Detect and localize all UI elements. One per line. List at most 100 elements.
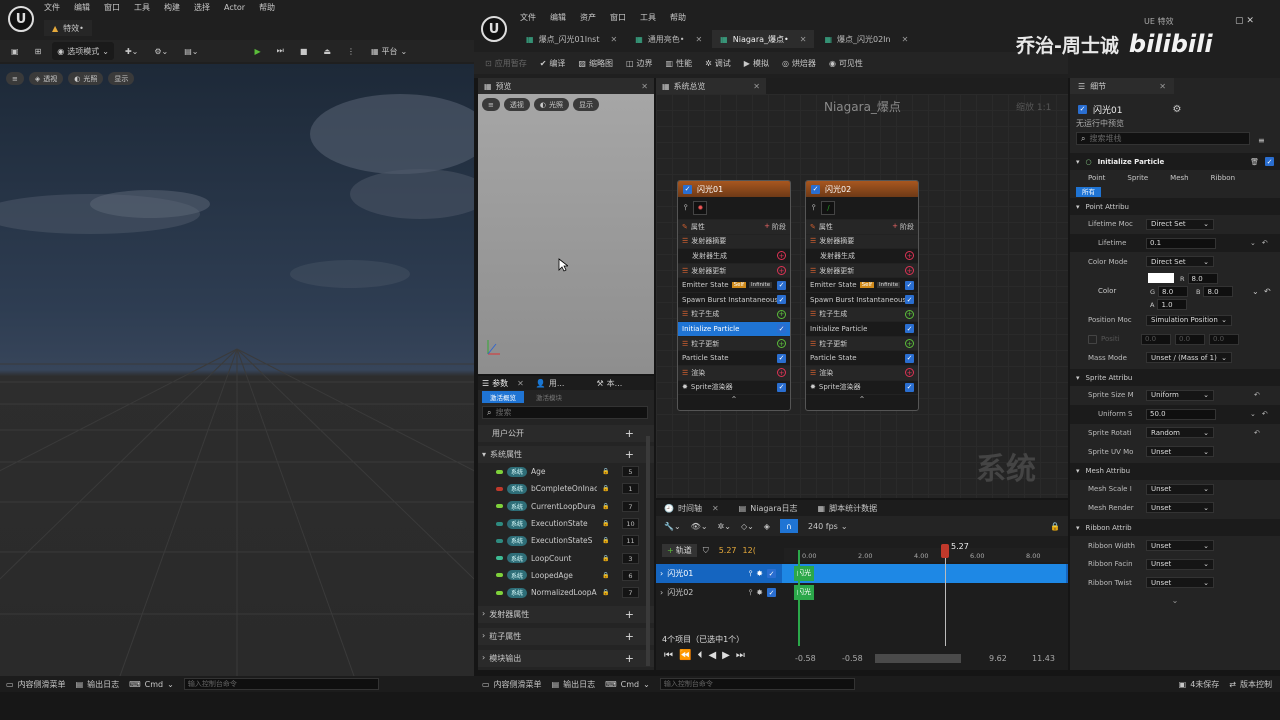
add-module-icon[interactable]: + (905, 309, 914, 319)
position-z-input[interactable]: 0.0 (1209, 333, 1239, 345)
emitter-row[interactable]: ☰ 粒子生成 + (678, 306, 790, 322)
position-x-input[interactable]: 0.0 (1141, 333, 1171, 345)
prev-key-icon[interactable]: ⏪ (679, 650, 691, 661)
preview-tab[interactable]: ▦ 预览 ✕ (478, 78, 654, 94)
filter-active-overview[interactable]: 激活概览 (482, 391, 524, 403)
toolbar-button-6[interactable]: ▶ 模拟 (739, 54, 774, 72)
param-row[interactable]: 系统 CurrentLoopDura 🔒 7 (478, 498, 654, 515)
current-time[interactable]: 5.27 (719, 546, 737, 555)
color-swatch[interactable] (1148, 273, 1174, 284)
console-input[interactable]: 输入控制台命令 (183, 678, 379, 690)
emitter-row[interactable]: ✎ 属性 + 阶段 (806, 219, 918, 234)
param-row[interactable]: 系统 Age 🔒 5 (478, 463, 654, 480)
close-icon[interactable]: ✕ (1159, 82, 1166, 91)
emitter-row[interactable]: Particle State ✓ (806, 350, 918, 365)
snap-icon[interactable]: ✲⌄ (718, 522, 731, 531)
view-start[interactable]: -0.58 (842, 654, 863, 663)
reset-icon[interactable]: ↶ (1254, 429, 1260, 437)
eye-icon[interactable]: 👁⌄ (691, 522, 708, 531)
output-log-button[interactable]: ▤ 输出日志 (76, 679, 120, 690)
menu-item-0[interactable]: 文件 (520, 12, 536, 23)
menu-item-5[interactable]: 选择 (194, 2, 210, 13)
add-module-icon[interactable]: + (777, 339, 786, 349)
emitter-row[interactable]: ☰ 发射器摘要 (806, 233, 918, 249)
menu-item-1[interactable]: 编辑 (74, 2, 90, 13)
param-section[interactable]: › 粒子属性 + (478, 628, 654, 646)
uniform-size-input[interactable]: 50.0 (1146, 408, 1216, 420)
level-viewport[interactable]: ≡ ◈ 透视 ◐ 光照 显示 (0, 64, 474, 676)
gear-icon[interactable]: ✸ (756, 588, 763, 597)
unsaved-button[interactable]: ▣ 4未保存 (1179, 679, 1220, 690)
window-min-max-close[interactable]: ▢ ✕ (1235, 16, 1254, 26)
toolbar-button-0[interactable]: ⊡ 应用暂存 (480, 54, 532, 72)
row-enable-checkbox[interactable]: ✓ (905, 324, 914, 334)
toolbar-button-4[interactable]: ▥ 性能 (661, 54, 698, 72)
emitter-row[interactable]: ✸ Sprite渲染器 ✓ (678, 379, 790, 395)
system-attrs-section[interactable]: ▾ 系统属性 + (478, 446, 654, 463)
pin-icon[interactable]: ⫯ (812, 203, 815, 213)
lifetime-mode-select[interactable]: Direct Set ⌄ (1146, 218, 1214, 230)
emitter-node-1[interactable]: ✓ 闪光01 ⫯ ✹ ✎ 属性 + 阶段 ☰ 发射器摘要 发射器生成 + ☰ 发射器更新 + Emitter … (677, 180, 791, 412)
skip-forward-icon[interactable]: ⏭ (736, 650, 745, 661)
ribbon-twist-select[interactable]: Unset ⌄ (1146, 577, 1214, 589)
param-row[interactable]: 系统 LoopedAge 🔒 6 (478, 567, 654, 584)
menu-item-6[interactable]: Actor (224, 3, 245, 12)
emitter-enable-checkbox[interactable]: ✓ (811, 184, 820, 194)
row-enable-checkbox[interactable]: ✓ (777, 280, 786, 290)
module-filter-point[interactable]: Point (1088, 174, 1105, 182)
pin-icon[interactable]: ⫯ (749, 569, 752, 579)
position-checkbox[interactable] (1088, 334, 1097, 344)
emitter-row[interactable]: 发射器生成 + (806, 248, 918, 263)
menu-item-4[interactable]: 构建 (164, 2, 180, 13)
add-icon[interactable]: + (625, 630, 634, 643)
emitter-row[interactable]: Emitter State Self Infinite ✓ (678, 277, 790, 292)
magnet-icon[interactable]: ∩ (779, 519, 798, 533)
cinematics-icon[interactable]: ▤⌄ (179, 42, 203, 60)
emitter-row[interactable]: ☰ 发射器摘要 (678, 233, 790, 249)
menu-item-4[interactable]: 工具 (640, 12, 656, 23)
row-enable-checkbox[interactable]: ✓ (905, 280, 914, 290)
track-2-header[interactable]: › 闪光02 ⫯ ✸ ✓ (660, 583, 776, 602)
add-actor-icon[interactable]: ✚⌄ (120, 42, 143, 60)
emitter-row[interactable]: 发射器生成 + (678, 248, 790, 263)
close-icon[interactable]: ✕ (712, 504, 719, 513)
close-icon[interactable]: ✕ (695, 35, 702, 44)
emitter-row[interactable]: Particle State ✓ (678, 350, 790, 365)
viewport-show-button[interactable]: 显示 (108, 72, 135, 85)
close-icon[interactable]: ✕ (610, 35, 617, 44)
menu-item-3[interactable]: 工具 (134, 2, 150, 13)
reset-icon[interactable]: ↶ (1262, 239, 1268, 247)
ribbon-facing-select[interactable]: Unset ⌄ (1146, 558, 1214, 570)
chevron-down-icon[interactable]: ⌄ (1250, 410, 1256, 418)
playhead-line[interactable] (945, 546, 946, 646)
source-control-button[interactable]: ⇄ 版本控制 (1229, 679, 1272, 690)
add-module-icon[interactable]: + (777, 266, 786, 276)
preview-viewport[interactable]: ≡ 透视 ◐ 光照 显示 (478, 94, 654, 374)
position-y-input[interactable]: 0.0 (1175, 333, 1205, 345)
range-end[interactable]: 11.43 (1032, 654, 1055, 663)
lifetime-input[interactable]: 0.1 (1146, 237, 1216, 249)
toolbar-button-5[interactable]: ✲ 调试 (700, 54, 736, 72)
mode-select[interactable]: ◉ 选项模式 ⌄ (52, 42, 114, 60)
viewport-menu-button[interactable]: ≡ (6, 72, 24, 85)
close-icon[interactable]: ✕ (902, 35, 909, 44)
range-start[interactable]: -0.58 (795, 654, 816, 663)
color-b-input[interactable]: 8.0 (1203, 286, 1234, 298)
preview-lit-button[interactable]: ◐ 光照 (533, 98, 569, 111)
track-1-enable-checkbox[interactable]: ✓ (767, 569, 776, 578)
emitter-row[interactable]: ☰ 发射器更新 + (678, 262, 790, 278)
system-overview-tab[interactable]: ▦ 系统总览 ✕ (656, 78, 766, 94)
time-ruler[interactable]: 0.00 2.00 4.00 6.00 8.00 (784, 548, 1068, 562)
filter-icon[interactable]: ⛉ (703, 546, 709, 556)
add-icon[interactable]: + (625, 652, 634, 665)
add-module-icon[interactable]: + (905, 339, 914, 349)
color-b-field[interactable]: B 8.0 (1196, 286, 1234, 298)
emitter-row[interactable]: Spawn Burst Instantaneous ✓ (806, 291, 918, 307)
emitter-row[interactable]: ☰ 粒子更新 + (806, 335, 918, 351)
point-attributes-section[interactable]: ▾ Point Attribu (1070, 198, 1280, 215)
add-module-icon[interactable]: + (777, 368, 786, 378)
params-search-input[interactable]: ⌕ 搜索 (482, 406, 648, 419)
toolbar-button-3[interactable]: ◫ 边界 (621, 54, 658, 72)
tab-local[interactable]: ⚒ 本... (596, 378, 622, 389)
stop-icon[interactable]: ■ (295, 42, 313, 60)
